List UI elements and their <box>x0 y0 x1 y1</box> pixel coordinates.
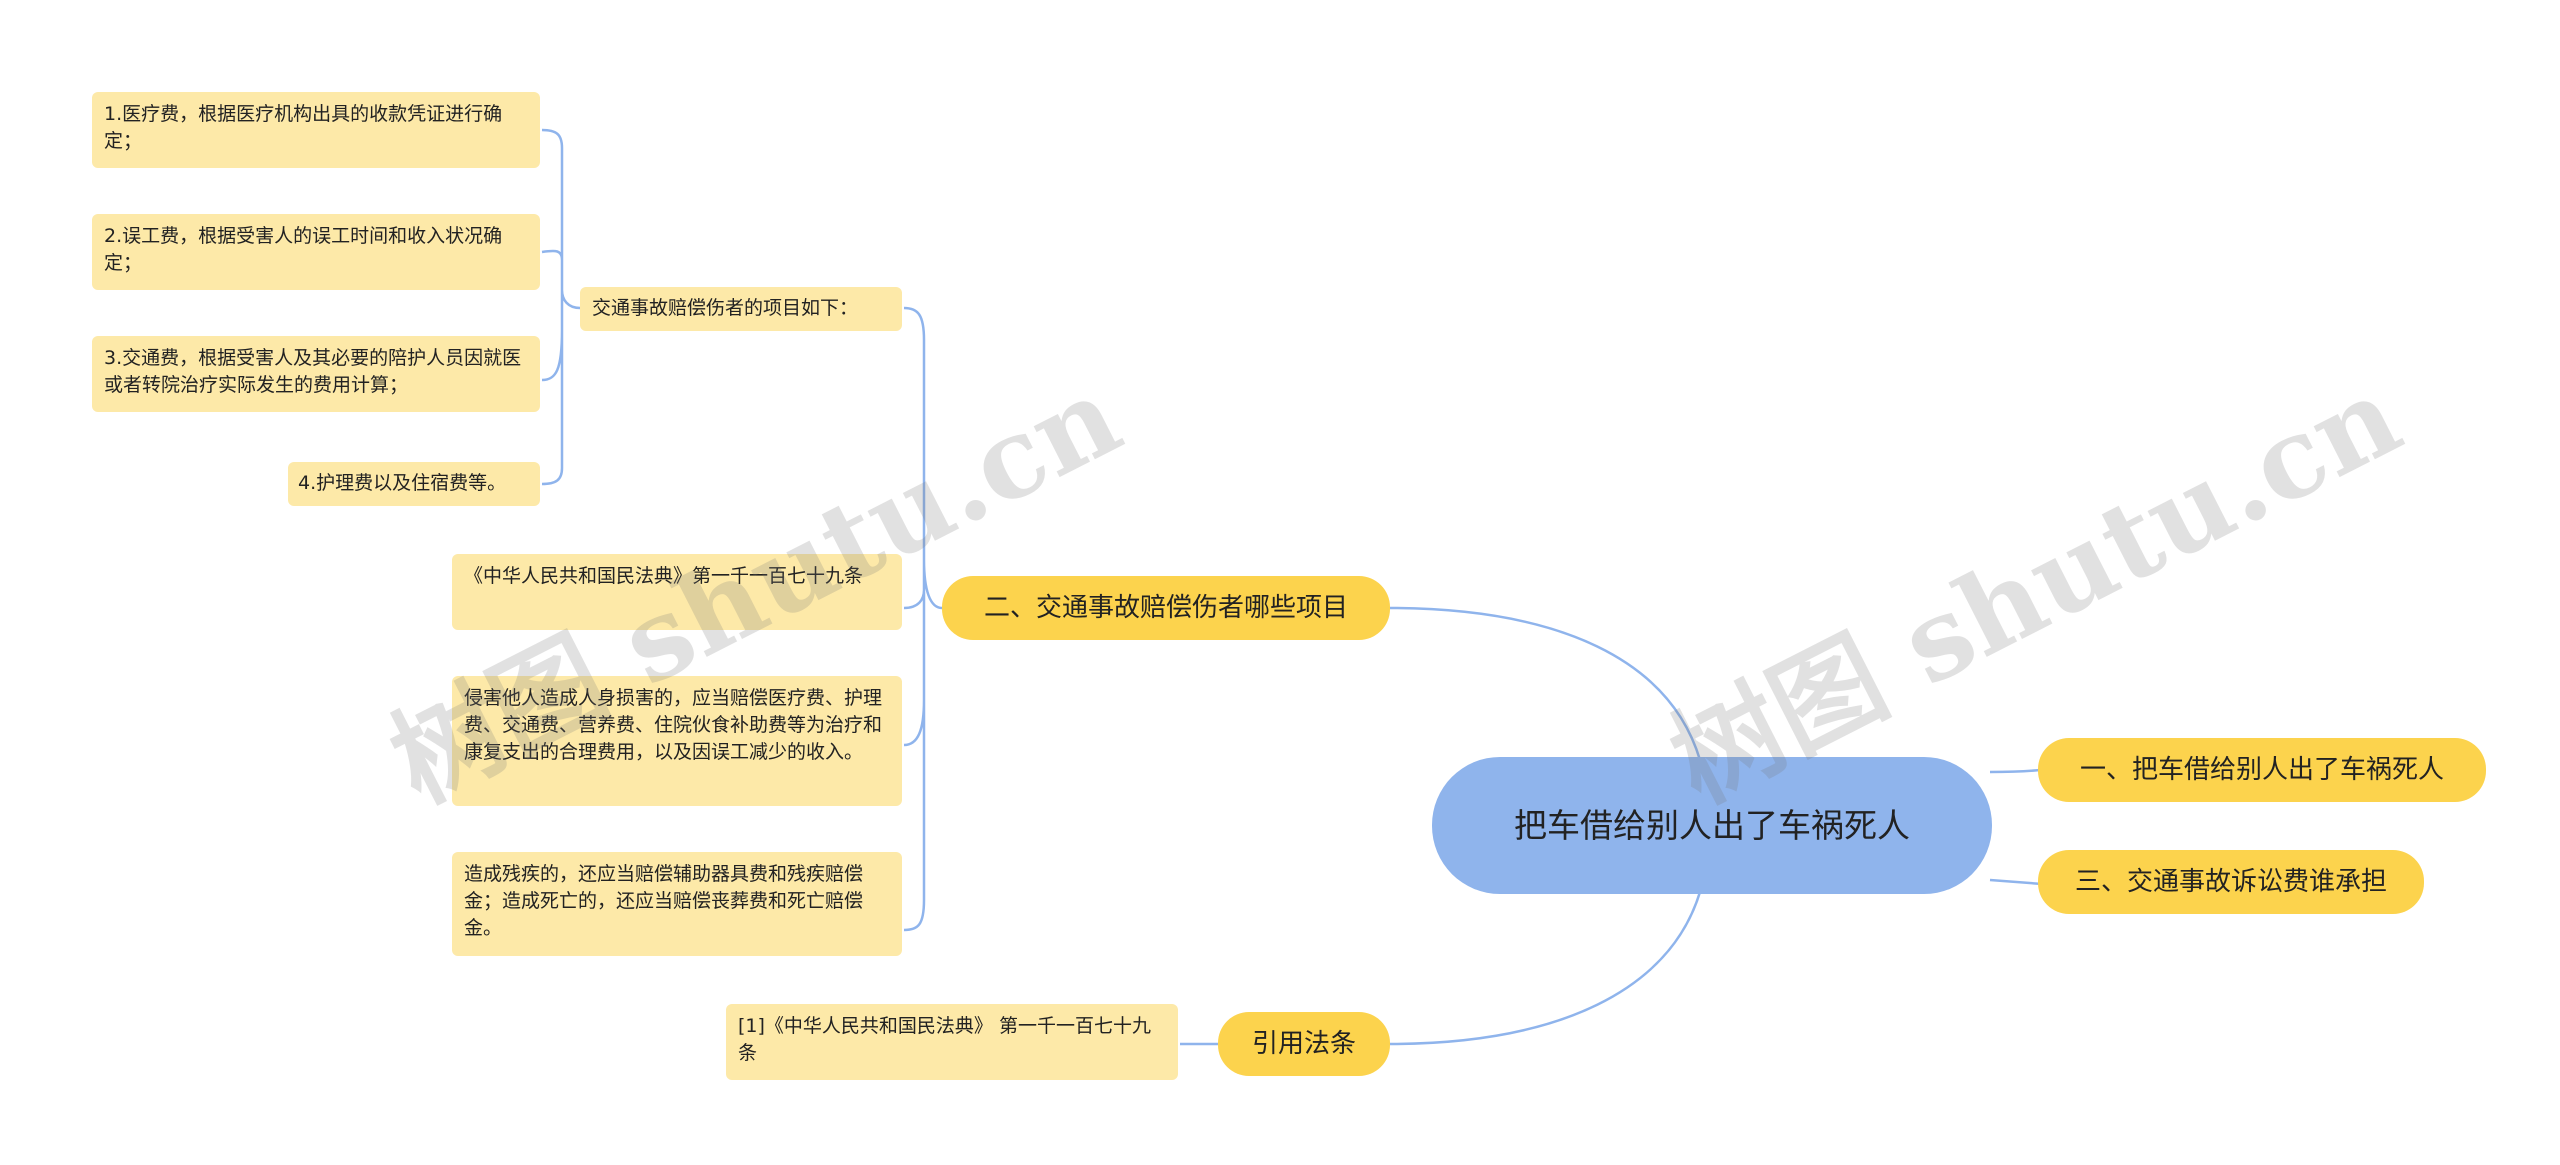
connector-root-b2 <box>1387 606 1702 761</box>
root-label: 把车借给别人出了车祸死人 <box>1514 805 1910 845</box>
item-leaf-4[interactable]: 4.护理费以及住宿费等。 <box>288 462 540 506</box>
branch-label-1: 一、把车借给别人出了车祸死人 <box>2079 755 2444 785</box>
item-text-2: 2.误工费，根据受害人的误工时间和收入状况确定； <box>104 225 503 274</box>
items-heading-leaf[interactable]: 交通事故赔偿伤者的项目如下： <box>580 287 902 331</box>
item-leaf-3[interactable]: 3.交通费，根据受害人及其必要的陪护人员因就医或者转院治疗实际发生的费用计算； <box>92 336 540 412</box>
item-leaf-2[interactable]: 2.误工费，根据受害人的误工时间和收入状况确定； <box>92 214 540 290</box>
connector-root-b4 <box>1387 891 1702 1046</box>
items-heading-text: 交通事故赔偿伤者的项目如下： <box>592 297 859 319</box>
connector-heading-items <box>541 128 581 486</box>
law-text-leaf-2[interactable]: 造成残疾的，还应当赔偿辅助器具费和残疾赔偿金；造成死亡的，还应当赔偿丧葬费和死亡… <box>452 852 902 956</box>
item-text-4: 4.护理费以及住宿费等。 <box>298 472 507 494</box>
law-title-text: 《中华人民共和国民法典》第一千一百七十九条 <box>464 565 864 587</box>
connector-root-b3 <box>1989 878 2043 886</box>
mind-map-canvas: 把车借给别人出了车祸死人 一、把车借给别人出了车祸死人 三、交通事故诉讼费谁承担… <box>0 0 2560 1165</box>
citation-leaf[interactable]: [1]《中华人民共和国民法典》 第一千一百七十九条 <box>726 1004 1178 1080</box>
connector-root-b1 <box>1989 768 2042 774</box>
connector-b2-children <box>903 306 943 932</box>
branch-label-3: 三、交通事故诉讼费谁承担 <box>2074 867 2387 897</box>
law-text-1: 侵害他人造成人身损害的，应当赔偿医疗费、护理费、交通费、营养费、住院伙食补助费等… <box>464 687 883 763</box>
branch-node-2[interactable]: 二、交通事故赔偿伤者哪些项目 <box>942 576 1390 640</box>
branch-label-4: 引用法条 <box>1251 1029 1356 1059</box>
branch-node-4[interactable]: 引用法条 <box>1218 1012 1390 1076</box>
law-text-2: 造成残疾的，还应当赔偿辅助器具费和残疾赔偿金；造成死亡的，还应当赔偿丧葬费和死亡… <box>464 863 864 939</box>
item-text-1: 1.医疗费，根据医疗机构出具的收款凭证进行确定； <box>104 103 503 152</box>
item-leaf-1[interactable]: 1.医疗费，根据医疗机构出具的收款凭证进行确定； <box>92 92 540 168</box>
root-node[interactable]: 把车借给别人出了车祸死人 <box>1432 757 1992 894</box>
branch-label-2: 二、交通事故赔偿伤者哪些项目 <box>983 593 1348 623</box>
item-text-3: 3.交通费，根据受害人及其必要的陪护人员因就医或者转院治疗实际发生的费用计算； <box>104 347 522 396</box>
law-text-leaf-1[interactable]: 侵害他人造成人身损害的，应当赔偿医疗费、护理费、交通费、营养费、住院伙食补助费等… <box>452 676 902 806</box>
branch-node-3[interactable]: 三、交通事故诉讼费谁承担 <box>2038 850 2424 914</box>
branch-node-1[interactable]: 一、把车借给别人出了车祸死人 <box>2038 738 2486 802</box>
citation-text: [1]《中华人民共和国民法典》 第一千一百七十九条 <box>738 1015 1151 1064</box>
law-title-leaf[interactable]: 《中华人民共和国民法典》第一千一百七十九条 <box>452 554 902 630</box>
